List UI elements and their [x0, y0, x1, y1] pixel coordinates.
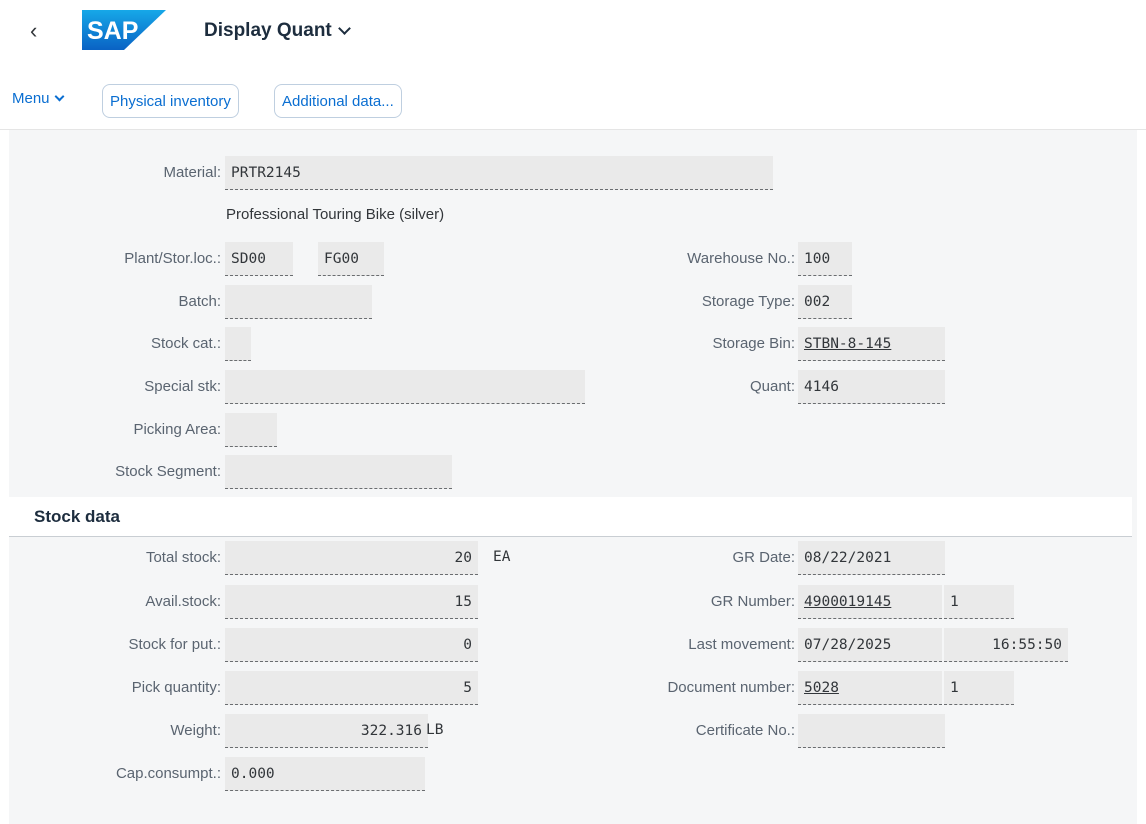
storage-location-field[interactable]: FG00: [318, 242, 384, 276]
weight-field[interactable]: 322.316: [225, 714, 428, 748]
gr-item-field[interactable]: 1: [944, 585, 1014, 619]
chevron-down-icon: [337, 22, 351, 35]
additional-data-button[interactable]: Additional data...: [274, 84, 402, 118]
storage-type-field[interactable]: 002: [798, 285, 852, 319]
pick-quantity-field[interactable]: 5: [225, 671, 478, 705]
storage-type-label: Storage Type:: [701, 293, 795, 310]
material-field[interactable]: PRTR2145: [225, 156, 773, 190]
total-stock-field[interactable]: 20: [225, 541, 478, 575]
last-movement-time-field[interactable]: 16:55:50: [944, 628, 1068, 662]
certificate-no-label: Certificate No.:: [695, 722, 795, 739]
menu-button[interactable]: Menu: [12, 90, 64, 107]
quant-field[interactable]: 4146: [798, 370, 945, 404]
avail-stock-label: Avail.stock:: [145, 593, 221, 610]
avail-stock-field[interactable]: 15: [225, 585, 478, 619]
document-number-field[interactable]: 5028: [798, 671, 942, 705]
material-description: Professional Touring Bike (silver): [226, 206, 445, 223]
app-title-dropdown[interactable]: Display Quant: [204, 20, 351, 42]
quant-label: Quant:: [749, 378, 795, 395]
total-stock-unit: EA: [493, 549, 511, 565]
stock-for-put-label: Stock for put.:: [128, 636, 221, 653]
sap-logo: SAP: [82, 10, 166, 50]
stock-segment-label: Stock Segment:: [115, 463, 221, 480]
pick-quantity-label: Pick quantity:: [131, 679, 221, 696]
certificate-no-field[interactable]: [798, 714, 945, 748]
document-number-label: Document number:: [667, 679, 795, 696]
stock-cat-field[interactable]: [225, 327, 251, 361]
weight-unit: LB: [426, 722, 444, 738]
cap-consumpt-field[interactable]: 0.000: [225, 757, 425, 791]
section-title: Stock data: [34, 507, 120, 526]
document-item-field[interactable]: 1: [944, 671, 1014, 705]
gr-number-field[interactable]: 4900019145: [798, 585, 942, 619]
batch-label: Batch:: [178, 293, 221, 310]
chevron-left-icon[interactable]: ‹: [30, 18, 50, 44]
toolbar: Menu Physical inventory Additional data.…: [0, 64, 1146, 130]
shell-bar: ‹ SAP Display Quant: [0, 0, 1146, 64]
gr-date-label: GR Date:: [732, 549, 795, 566]
special-stk-label: Special stk:: [144, 378, 221, 395]
storage-bin-field[interactable]: STBN-8-145: [798, 327, 945, 361]
stock-for-put-field[interactable]: 0: [225, 628, 478, 662]
storage-bin-label: Storage Bin:: [712, 335, 795, 352]
gr-number-label: GR Number:: [710, 593, 795, 610]
last-movement-date-field[interactable]: 07/28/2025: [798, 628, 942, 662]
stock-data-section-header: Stock data: [9, 497, 1132, 537]
batch-field[interactable]: [225, 285, 372, 319]
weight-label: Weight:: [170, 722, 221, 739]
material-label: Material:: [163, 164, 221, 181]
total-stock-label: Total stock:: [145, 549, 221, 566]
picking-area-label: Picking Area:: [133, 421, 221, 438]
warehouse-no-field[interactable]: 100: [798, 242, 852, 276]
chevron-down-icon: [54, 91, 64, 102]
gr-date-field[interactable]: 08/22/2021: [798, 541, 945, 575]
stock-cat-label: Stock cat.:: [150, 335, 221, 352]
stock-segment-field[interactable]: [225, 455, 452, 489]
page-title: Display Quant: [204, 20, 332, 41]
plant-field[interactable]: SD00: [225, 242, 293, 276]
menu-label: Menu: [12, 90, 50, 107]
special-stk-field[interactable]: [225, 370, 585, 404]
last-movement-label: Last movement:: [688, 636, 795, 653]
svg-text:SAP: SAP: [87, 17, 138, 45]
physical-inventory-button[interactable]: Physical inventory: [102, 84, 239, 118]
warehouse-no-label: Warehouse No.:: [687, 250, 795, 267]
plant-stor-label: Plant/Stor.loc.:: [124, 250, 221, 267]
picking-area-field[interactable]: [225, 413, 277, 447]
cap-consumpt-label: Cap.consumpt.:: [115, 765, 221, 782]
